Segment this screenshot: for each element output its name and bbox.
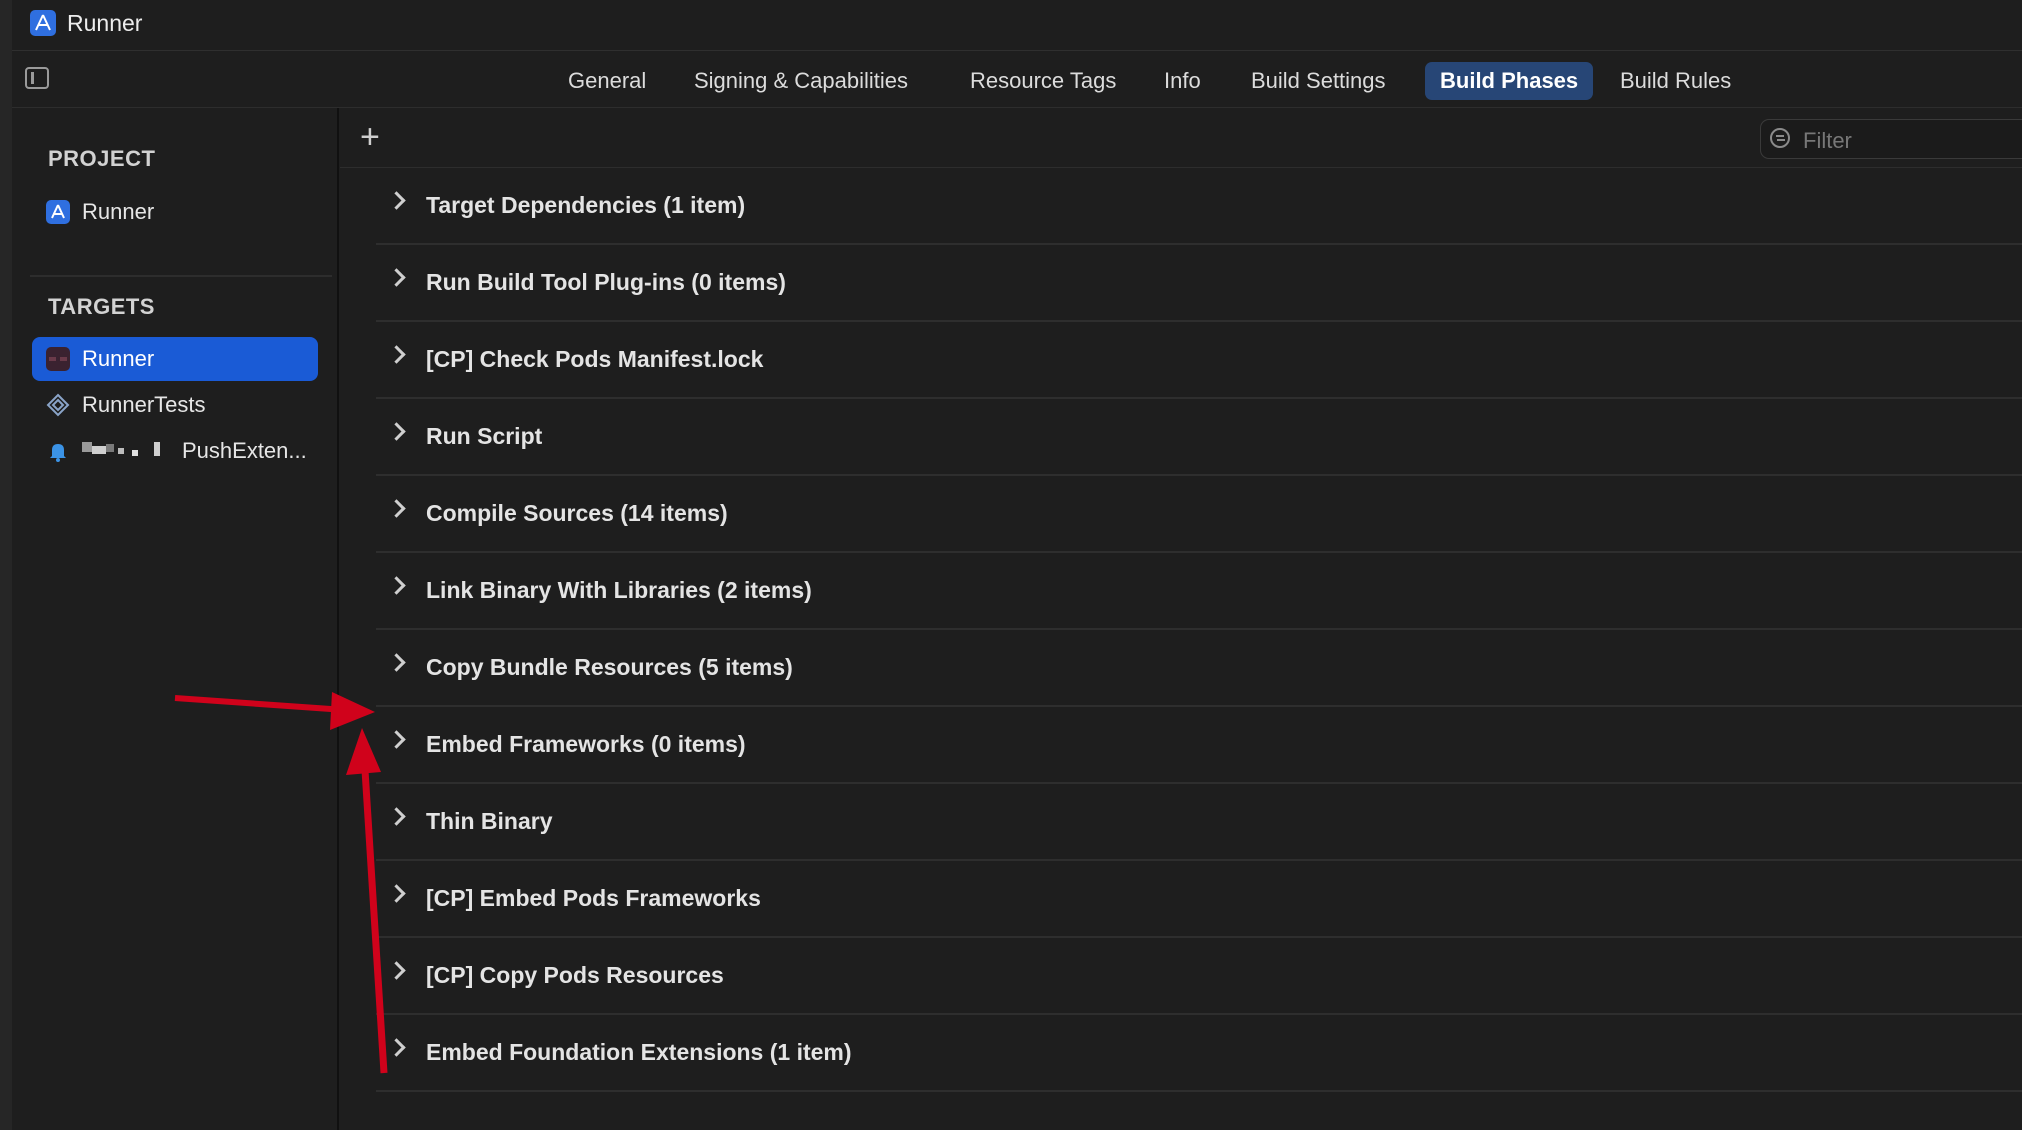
build-phase-label: Compile Sources (14 items) bbox=[426, 500, 728, 526]
build-phase-label: [CP] Check Pods Manifest.lock bbox=[426, 346, 764, 372]
build-phase-row[interactable]: Run Script bbox=[376, 399, 2022, 476]
chevron-right-icon[interactable] bbox=[387, 884, 406, 903]
tab-build-rules[interactable]: Build Rules bbox=[1605, 62, 1746, 100]
build-phase-label: Run Build Tool Plug-ins (0 items) bbox=[426, 269, 786, 295]
build-phase-row[interactable]: [CP] Copy Pods Resources bbox=[376, 938, 2022, 1015]
chevron-right-icon[interactable] bbox=[387, 499, 406, 518]
build-phases-toolbar: + Filter bbox=[340, 108, 2022, 168]
sidebar-item-target-runnertests[interactable]: RunnerTests bbox=[32, 383, 318, 427]
add-build-phase-button[interactable]: + bbox=[360, 120, 380, 154]
build-phase-row[interactable]: [CP] Check Pods Manifest.lock bbox=[376, 322, 2022, 399]
tab-build-settings[interactable]: Build Settings bbox=[1236, 62, 1401, 100]
build-phase-label: [CP] Embed Pods Frameworks bbox=[426, 885, 761, 911]
chevron-right-icon[interactable] bbox=[387, 730, 406, 749]
app-project-icon bbox=[46, 200, 70, 224]
pixelated-redaction bbox=[82, 438, 172, 468]
build-phase-label: Run Script bbox=[426, 423, 543, 449]
sidebar-item-label: RunnerTests bbox=[82, 392, 206, 417]
chevron-right-icon[interactable] bbox=[387, 807, 406, 826]
filter-placeholder: Filter bbox=[1803, 128, 1852, 153]
sidebar-item-project-runner[interactable]: Runner bbox=[32, 190, 318, 234]
build-phase-label: Embed Foundation Extensions (1 item) bbox=[426, 1039, 852, 1065]
tab-build-phases[interactable]: Build Phases bbox=[1425, 62, 1594, 100]
build-phase-label: [CP] Copy Pods Resources bbox=[426, 962, 724, 988]
tab-general[interactable]: General bbox=[553, 62, 661, 100]
sidebar-item-label: Runner bbox=[82, 199, 155, 224]
build-phase-label: Copy Bundle Resources (5 items) bbox=[426, 654, 793, 680]
chevron-right-icon[interactable] bbox=[387, 345, 406, 364]
sidebar-divider bbox=[30, 275, 332, 277]
chevron-right-icon[interactable] bbox=[387, 653, 406, 672]
editor-tab-bar: General Signing & Capabilities Resource … bbox=[12, 51, 2022, 108]
build-phase-label: Thin Binary bbox=[426, 808, 553, 834]
project-section-header: PROJECT bbox=[48, 146, 156, 171]
sidebar-toggle-icon[interactable] bbox=[25, 67, 49, 89]
build-phase-row[interactable]: Link Binary With Libraries (2 items) bbox=[376, 553, 2022, 630]
tab-info[interactable]: Info bbox=[1149, 62, 1216, 100]
build-phase-label: Target Dependencies (1 item) bbox=[426, 192, 746, 218]
filter-field[interactable]: Filter bbox=[1760, 119, 2022, 159]
chevron-right-icon[interactable] bbox=[387, 191, 406, 210]
window-title: Runner bbox=[67, 10, 143, 36]
build-phases-list: Target Dependencies (1 item) Run Build T… bbox=[376, 168, 2022, 1092]
tab-resource-tags[interactable]: Resource Tags bbox=[955, 62, 1131, 100]
app-target-icon bbox=[46, 347, 70, 371]
build-phase-row[interactable]: [CP] Embed Pods Frameworks bbox=[376, 861, 2022, 938]
chevron-right-icon[interactable] bbox=[387, 576, 406, 595]
chevron-right-icon[interactable] bbox=[387, 1038, 406, 1057]
build-phase-row[interactable]: Run Build Tool Plug-ins (0 items) bbox=[376, 245, 2022, 322]
chevron-right-icon[interactable] bbox=[387, 961, 406, 980]
build-phase-row[interactable]: Copy Bundle Resources (5 items) bbox=[376, 630, 2022, 707]
chevron-right-icon[interactable] bbox=[387, 268, 406, 287]
notification-bell-icon bbox=[46, 439, 70, 463]
sidebar-item-label: Runner bbox=[82, 346, 155, 371]
build-phase-row[interactable]: Compile Sources (14 items) bbox=[376, 476, 2022, 553]
build-phase-row[interactable]: Embed Foundation Extensions (1 item) bbox=[376, 1015, 2022, 1092]
sidebar-item-target-push-extension[interactable]: PushExten... bbox=[32, 429, 318, 473]
sidebar-item-target-runner[interactable]: Runner bbox=[32, 337, 318, 381]
build-phase-label: Link Binary With Libraries (2 items) bbox=[426, 577, 812, 603]
project-navigator: PROJECT Runner TARGETS Runner RunnerTest… bbox=[12, 108, 339, 1130]
title-bar: Runner bbox=[12, 0, 2022, 51]
sidebar-item-label: PushExten... bbox=[182, 438, 307, 463]
build-phase-row[interactable]: Target Dependencies (1 item) bbox=[376, 168, 2022, 245]
test-bundle-icon bbox=[46, 393, 70, 417]
build-phase-row[interactable]: Thin Binary bbox=[376, 784, 2022, 861]
tab-signing-capabilities[interactable]: Signing & Capabilities bbox=[679, 62, 923, 100]
build-phase-label: Embed Frameworks (0 items) bbox=[426, 731, 746, 757]
targets-section-header: TARGETS bbox=[48, 294, 155, 319]
xcode-app-icon bbox=[30, 10, 56, 36]
build-phase-row[interactable]: Embed Frameworks (0 items) bbox=[376, 707, 2022, 784]
filter-icon bbox=[1770, 128, 1790, 148]
chevron-right-icon[interactable] bbox=[387, 422, 406, 441]
